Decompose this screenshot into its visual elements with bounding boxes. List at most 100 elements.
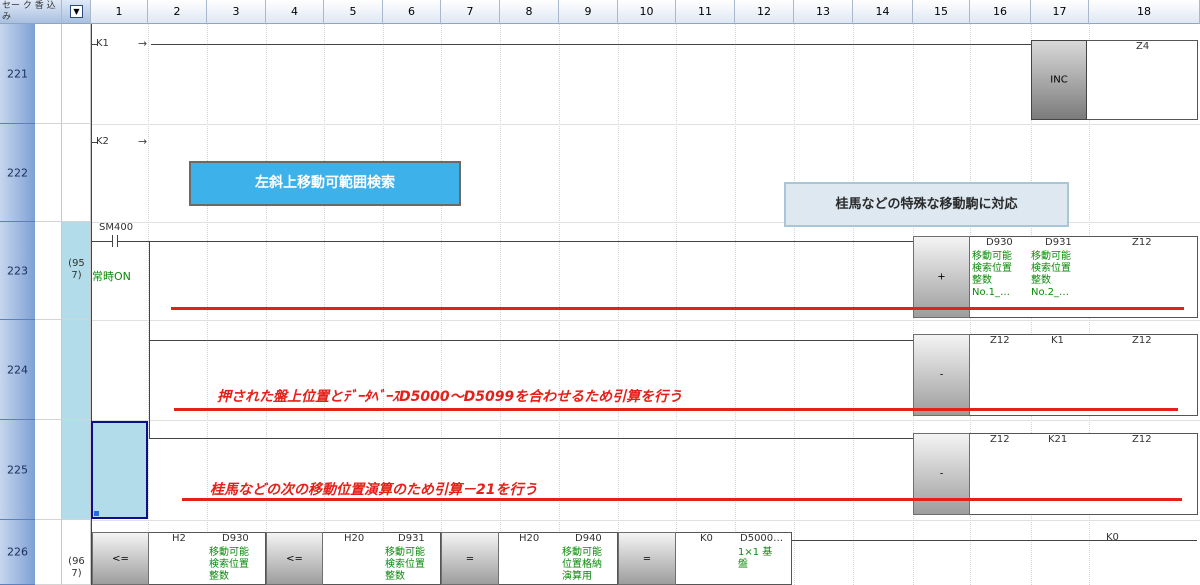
rung-line — [151, 44, 1031, 45]
operand-d5000-comment: 1×1 基 盤 — [738, 547, 773, 570]
grid-row-line — [91, 320, 1200, 321]
column-header: 17 — [1031, 0, 1089, 24]
column-header: 15 — [913, 0, 970, 24]
compare-eq-2[interactable]: = — [618, 532, 676, 585]
compare-eq-1[interactable]: = — [441, 532, 499, 585]
comment-note-gray: 桂馬などの特殊な移動駒に対応 — [784, 182, 1069, 227]
inc-instruction[interactable]: INC — [1031, 40, 1087, 120]
contact-k2-label: K2 — [96, 136, 109, 147]
column-header: 2 — [148, 0, 207, 24]
annotation-underline — [182, 498, 1182, 501]
cell-cursor[interactable] — [91, 421, 148, 519]
column-header: 10 — [618, 0, 676, 24]
row-number[interactable]: 226 — [0, 520, 35, 585]
column-header: 4 — [266, 0, 324, 24]
operand-d930: D930 — [222, 533, 249, 544]
compare-le-1[interactable]: <= — [92, 532, 149, 585]
step-cell[interactable] — [62, 420, 91, 520]
contact-arrow: → — [138, 37, 148, 50]
operand-h20: H20 — [519, 533, 540, 544]
rung-line — [149, 340, 913, 341]
operand-d931-comment: 移動可能 検索位置 整数 No.2_… — [1031, 251, 1071, 298]
row-number-label: 225 — [7, 463, 28, 476]
operand-d940-comment: 移動可能 位置格納 演算用 — [562, 547, 602, 582]
grid-row-line — [91, 124, 1200, 125]
operand-k0: K0 — [700, 533, 713, 544]
write-flag-cell[interactable] — [35, 24, 62, 124]
operand-h2: H2 — [172, 533, 186, 544]
row-number-label: 224 — [7, 363, 28, 376]
operand-d930-comment: 移動可能 検索位置 整数 — [209, 547, 249, 582]
column-header: 9 — [559, 0, 618, 24]
step-cell[interactable] — [62, 24, 91, 124]
operand-k1: K1 — [1051, 335, 1064, 346]
step-number: (95 7) — [68, 258, 85, 281]
step-number: (96 7) — [68, 556, 85, 579]
contact-comment: 常時ON — [92, 270, 131, 283]
write-flag-cell[interactable] — [35, 420, 62, 520]
row-number-label: 226 — [7, 545, 28, 559]
column-header: 8 — [500, 0, 559, 24]
row-number[interactable]: 223 — [0, 222, 35, 320]
column-header: 7 — [441, 0, 500, 24]
rung-line — [118, 241, 913, 242]
write-flag-cell[interactable] — [35, 320, 62, 420]
grid-row-line — [91, 420, 1200, 421]
row-number-label: 221 — [7, 67, 28, 80]
inc-operand: Z4 — [1136, 41, 1150, 52]
operand-d940: D940 — [575, 533, 602, 544]
add-instruction[interactable]: + — [913, 236, 970, 318]
row-number[interactable]: 221 — [0, 24, 35, 124]
column-header: 5 — [324, 0, 383, 24]
annotation-subtract-db: 押された盤上位置とﾃﾞｰﾀﾍﾞｰｽD5000～D5099を合わせるため引算を行う — [217, 389, 683, 405]
row-number[interactable]: 225 — [0, 420, 35, 520]
step-cell[interactable] — [62, 320, 91, 420]
column-header: 11 — [676, 0, 735, 24]
operand-d930: D930 — [986, 237, 1013, 248]
operand-d931: D931 — [1045, 237, 1072, 248]
contact-k1-label: K1 — [96, 38, 109, 49]
right-label-k0: K0 — [1106, 532, 1119, 543]
row-number[interactable]: 222 — [0, 124, 35, 222]
operand-z12-dest: Z12 — [1132, 434, 1152, 445]
sub-instruction[interactable]: - — [913, 334, 970, 416]
column-header: 1 — [91, 0, 148, 24]
header-write-label: セー ク 香 込 み — [0, 0, 62, 24]
operand-h20: H20 — [344, 533, 365, 544]
operand-d5000: D5000… — [740, 533, 784, 544]
compare-le-2[interactable]: <= — [266, 532, 323, 585]
step-cell[interactable] — [62, 124, 91, 222]
contact-sm400-label: SM400 — [99, 222, 134, 233]
grid-row-line — [91, 520, 1200, 521]
operand-z12: Z12 — [990, 434, 1010, 445]
column-header: 12 — [735, 0, 794, 24]
operand-d931: D931 — [398, 533, 425, 544]
row-number-label: 223 — [7, 264, 28, 277]
annotation-underline — [174, 408, 1178, 411]
operand-d930-comment: 移動可能 検索位置 整数 No.1_… — [972, 251, 1012, 298]
annotation-underline — [171, 307, 1184, 310]
column-header: 16 — [970, 0, 1031, 24]
header-toggle[interactable]: ▼ — [62, 0, 91, 24]
sub-instruction[interactable]: - — [913, 433, 970, 515]
column-header: 18 — [1089, 0, 1200, 24]
rung-line — [149, 438, 913, 439]
comment-note-blue: 左斜上移動可範囲検索 — [189, 161, 461, 206]
write-flag-cell[interactable] — [35, 520, 62, 585]
operand-z12: Z12 — [990, 335, 1010, 346]
ladder-editor[interactable]: セー ク 香 込 み ▼ 1 2 3 4 5 6 7 8 9 10 11 12 13 14 15 16 17 18… — [0, 0, 1200, 585]
annotation-subtract-21: 桂馬などの次の移動位置演算のため引算－21を行う — [210, 482, 538, 498]
write-flag-cell[interactable] — [35, 124, 62, 222]
column-header: 3 — [207, 0, 266, 24]
operand-z12-dest: Z12 — [1132, 335, 1152, 346]
cursor-marker — [94, 511, 99, 516]
row-number-label: 222 — [7, 166, 28, 179]
operand-d931-comment: 移動可能 検索位置 整数 — [385, 547, 425, 582]
dropdown-icon[interactable]: ▼ — [70, 5, 83, 18]
write-flag-cell[interactable] — [35, 222, 62, 320]
row-number[interactable]: 224 — [0, 320, 35, 420]
column-header: 14 — [853, 0, 913, 24]
contact-arrow: → — [138, 135, 148, 148]
column-header: 13 — [794, 0, 853, 24]
contact-sm400[interactable] — [112, 235, 113, 247]
